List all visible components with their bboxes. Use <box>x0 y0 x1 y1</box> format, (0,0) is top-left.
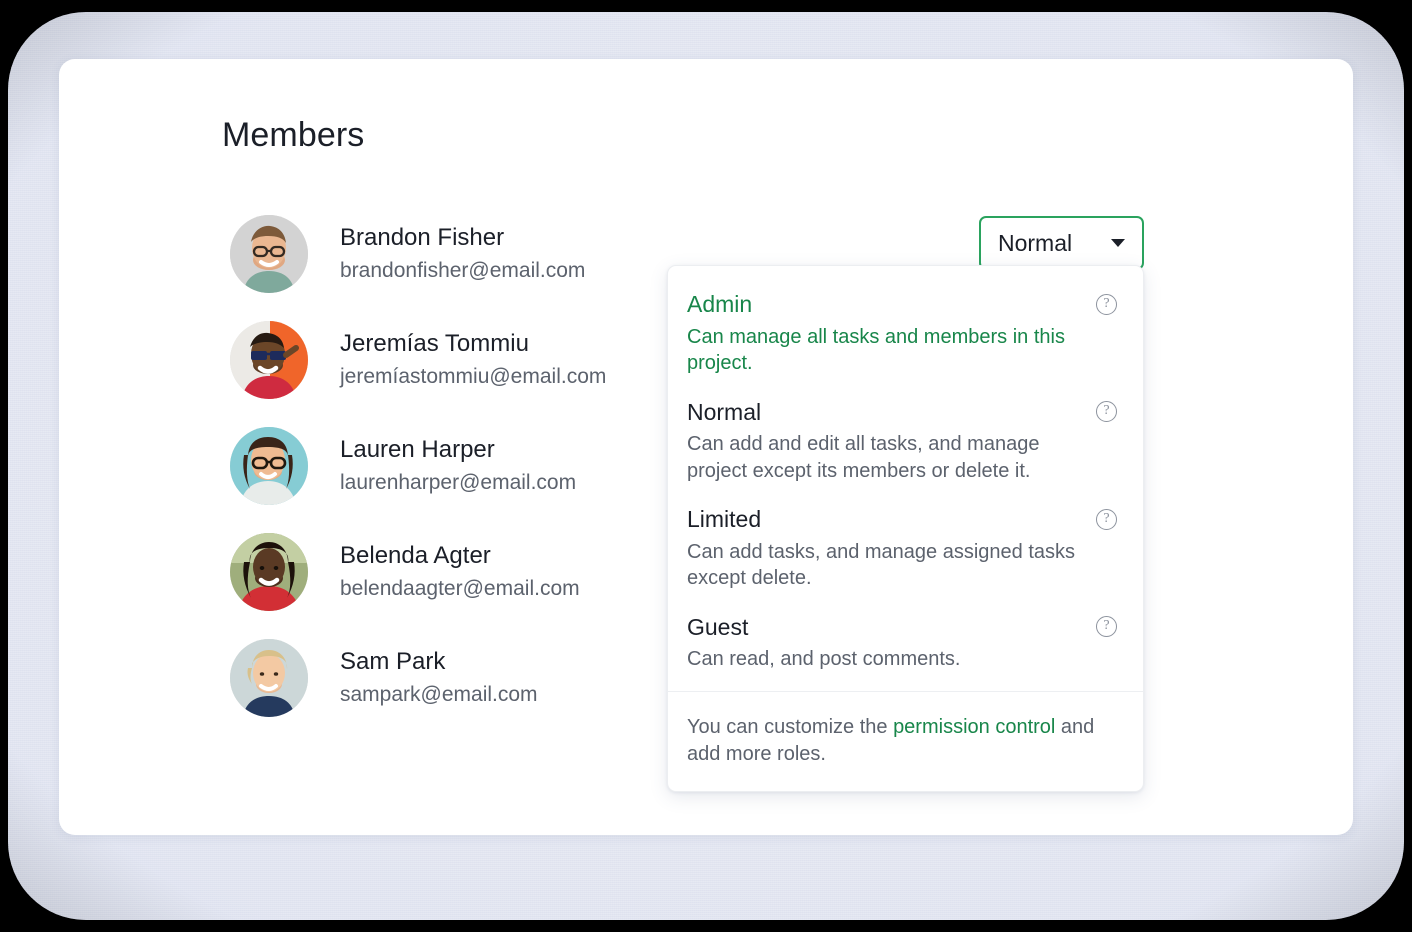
role-option-limited[interactable]: Limited ? Can add tasks, and manage assi… <box>668 505 1143 592</box>
question-mark-circle-icon[interactable]: ? <box>1096 401 1117 423</box>
member-info: Jeremías Tommiu jeremíastommiu@email.com <box>340 329 606 391</box>
member-info: Belenda Agter belendaagter@email.com <box>340 541 580 603</box>
role-option-description: Can manage all tasks and members in this… <box>687 325 1065 375</box>
member-email: belendaagter@email.com <box>340 576 580 600</box>
avatar-sam-park <box>230 639 308 717</box>
role-option-admin[interactable]: Admin ? Can manage all tasks and members… <box>668 290 1143 377</box>
permission-hint-text: You can customize the permission control… <box>687 714 1107 768</box>
avatar-jeremias-tommiu <box>230 321 308 399</box>
member-info: Brandon Fisher brandonfisher@email.com <box>340 223 585 285</box>
member-email: jeremíastommiu@email.com <box>340 364 607 388</box>
role-option-header: Guest ? <box>687 613 1117 642</box>
role-dropdown-menu: Admin ? Can manage all tasks and members… <box>667 265 1144 793</box>
question-mark-circle-icon[interactable]: ? <box>1096 293 1117 315</box>
avatar-belenda-agter <box>230 533 308 611</box>
member-name: Brandon Fisher <box>340 223 505 251</box>
member-name: Belenda Agter <box>340 541 491 569</box>
role-menu-footer: You can customize the permission control… <box>668 692 1143 792</box>
member-info: Sam Park sampark@email.com <box>340 647 538 709</box>
role-option-description: Can read, and post comments. <box>687 648 961 671</box>
role-select-value: Normal <box>998 229 1073 256</box>
member-email: laurenharper@email.com <box>340 470 577 494</box>
role-option-header: Limited ? <box>687 505 1117 534</box>
question-mark-circle-icon[interactable]: ? <box>1096 508 1117 530</box>
avatar-brandon-fisher <box>230 215 308 293</box>
members-card: Members Brandon Fisher brandonfisher@ema… <box>59 59 1353 835</box>
member-name: Lauren Harper <box>340 435 495 463</box>
member-name: Sam Park <box>340 647 446 675</box>
role-option-label: Guest <box>687 613 749 640</box>
member-email: brandonfisher@email.com <box>340 258 586 282</box>
role-option-normal[interactable]: Normal ? Can add and edit all tasks, and… <box>668 398 1143 485</box>
member-name: Jeremías Tommiu <box>340 329 529 357</box>
permission-control-link[interactable]: permission control <box>893 716 1055 738</box>
role-option-guest[interactable]: Guest ? Can read, and post comments. <box>668 613 1143 673</box>
role-option-header: Normal ? <box>687 398 1117 427</box>
role-option-label: Normal <box>687 398 762 425</box>
role-option-list: Admin ? Can manage all tasks and members… <box>668 266 1143 691</box>
role-select-trigger[interactable]: Normal <box>979 216 1144 270</box>
role-option-label: Admin <box>687 291 753 317</box>
hint-text-before: You can customize the <box>687 715 894 738</box>
member-info: Lauren Harper laurenharper@email.com <box>340 435 576 497</box>
chevron-down-icon <box>1111 239 1125 247</box>
role-option-description: Can add and edit all tasks, and manage p… <box>687 433 1040 482</box>
avatar-lauren-harper <box>230 427 308 505</box>
member-email: sampark@email.com <box>340 682 538 706</box>
question-mark-circle-icon[interactable]: ? <box>1096 616 1117 638</box>
role-option-description: Can add tasks, and manage assigned tasks… <box>687 540 1076 590</box>
role-option-header: Admin ? <box>687 290 1117 319</box>
page-title: Members <box>222 116 365 154</box>
role-option-label: Limited <box>687 506 762 533</box>
